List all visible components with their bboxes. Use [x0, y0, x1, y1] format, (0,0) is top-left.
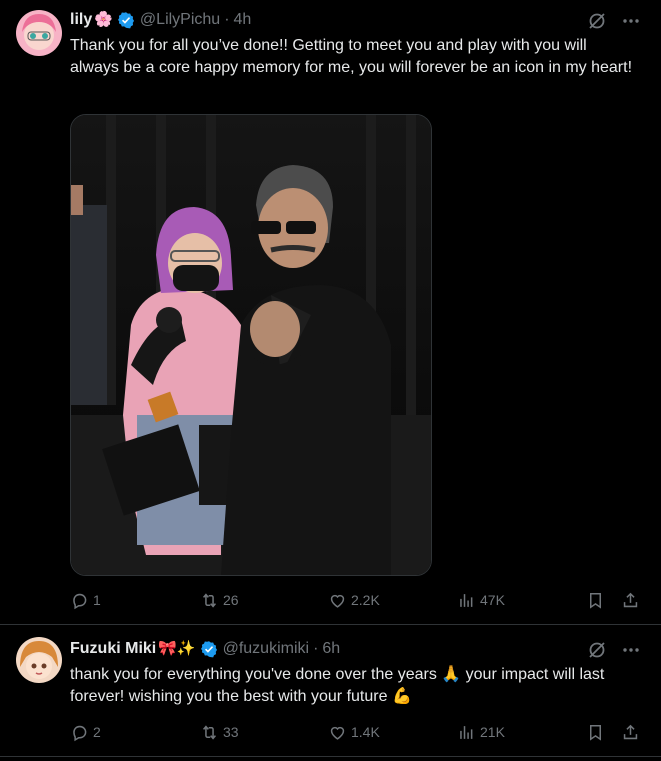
tweet-photo[interactable] — [70, 114, 432, 576]
reply-button[interactable]: 2 — [70, 721, 101, 743]
repost-count: 26 — [223, 592, 239, 608]
grok-icon[interactable] — [587, 640, 607, 660]
reply-button[interactable]: 1 — [70, 589, 101, 611]
like-count: 2.2K — [351, 592, 380, 608]
name-emoji: 🎀✨ — [158, 640, 196, 657]
tweet-actions: 1 26 2.2K 47K — [70, 589, 645, 611]
views-button[interactable]: 47K — [457, 589, 505, 611]
reply-count: 1 — [93, 592, 101, 608]
repost-icon — [202, 592, 217, 608]
top-actions — [587, 640, 641, 660]
handle[interactable]: @LilyPichu — [140, 10, 220, 30]
repost-count: 33 — [223, 724, 239, 740]
avatar[interactable] — [16, 10, 62, 56]
share-icon — [623, 592, 638, 607]
tweet-text: Thank you for all you’ve done!! Getting … — [70, 37, 633, 76]
views-count: 21K — [480, 724, 505, 740]
bookmark-icon — [589, 592, 602, 609]
name-emoji: 🌸 — [94, 11, 113, 28]
reply-icon — [73, 593, 87, 609]
like-icon — [330, 594, 345, 608]
reply-icon — [73, 725, 87, 741]
tweet[interactable]: lily 🌸 @LilyPichu · 4h Thank you for all… — [0, 0, 661, 625]
repost-button[interactable]: 33 — [200, 721, 239, 743]
repost-button[interactable]: 26 — [200, 589, 239, 611]
bookmark-icon — [589, 724, 602, 741]
repost-icon — [202, 724, 217, 740]
bookmark-button[interactable] — [586, 721, 605, 743]
views-count: 47K — [480, 592, 505, 608]
tweet[interactable]: Fuzuki Miki 🎀✨ @fuzukimiki · 6h thank yo… — [0, 625, 661, 757]
handle[interactable]: @fuzukimiki — [223, 639, 309, 659]
share-button[interactable] — [621, 589, 640, 611]
timestamp[interactable]: 6h — [322, 639, 340, 659]
tweet-header: lily 🌸 @LilyPichu · 4h — [70, 10, 591, 30]
share-button[interactable] — [621, 721, 640, 743]
views-icon — [460, 593, 473, 607]
display-name[interactable]: Fuzuki Miki — [70, 639, 156, 659]
separator-dot: · — [313, 640, 319, 657]
verified-badge-icon — [117, 12, 134, 29]
views-icon — [460, 725, 473, 739]
like-count: 1.4K — [351, 724, 380, 740]
share-icon — [623, 724, 638, 739]
like-icon — [330, 726, 345, 740]
avatar[interactable] — [16, 637, 62, 683]
display-name[interactable]: lily — [70, 10, 92, 30]
tweet-header: Fuzuki Miki 🎀✨ @fuzukimiki · 6h — [70, 639, 591, 659]
grok-icon[interactable] — [587, 11, 607, 31]
separator-dot: · — [224, 11, 230, 28]
views-button[interactable]: 21K — [457, 721, 505, 743]
reply-count: 2 — [93, 724, 101, 740]
timestamp[interactable]: 4h — [234, 10, 252, 30]
tweet-actions: 2 33 1.4K 21K — [70, 721, 645, 743]
more-icon[interactable] — [621, 11, 641, 31]
more-icon[interactable] — [621, 640, 641, 660]
like-button[interactable]: 2.2K — [328, 589, 380, 611]
verified-badge-icon — [200, 641, 217, 658]
like-button[interactable]: 1.4K — [328, 721, 380, 743]
bookmark-button[interactable] — [586, 589, 605, 611]
tweet-text: thank you for everything you've done ove… — [70, 666, 605, 705]
top-actions — [587, 11, 641, 31]
